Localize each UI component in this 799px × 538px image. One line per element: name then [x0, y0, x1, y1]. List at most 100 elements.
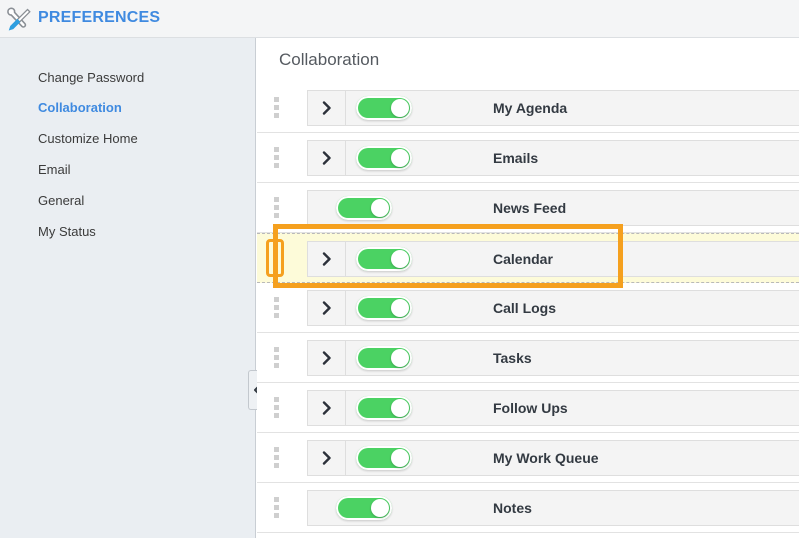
expand-row-button[interactable]	[308, 91, 346, 125]
toggle-switch[interactable]	[356, 247, 412, 271]
drag-handle-dot	[274, 213, 279, 218]
sidebar-item-customize-home[interactable]: Customize Home	[38, 131, 138, 146]
toggle-knob	[391, 149, 409, 167]
row-control-box: Call Logs	[307, 290, 799, 326]
chevron-right-icon	[322, 252, 332, 266]
drag-handle-dot	[274, 405, 279, 410]
row-control-box: Tasks	[307, 340, 799, 376]
drag-handle-dot	[274, 447, 279, 452]
toggle-knob	[371, 199, 389, 217]
drag-handle-dot	[274, 97, 279, 102]
toggle-knob	[391, 299, 409, 317]
sidebar-item-my-status[interactable]: My Status	[38, 224, 96, 239]
table-row[interactable]: My Agenda	[257, 83, 799, 133]
drag-handle-icon[interactable]	[266, 239, 284, 277]
drag-handle-dot	[274, 513, 279, 518]
toggle-knob	[391, 250, 409, 268]
chevron-right-icon	[322, 351, 332, 365]
row-label: My Agenda	[493, 100, 568, 116]
drag-handle-dot	[274, 313, 279, 318]
table-row[interactable]: Notes	[257, 483, 799, 533]
drag-handle-dot	[274, 147, 279, 152]
row-label: Call Logs	[493, 300, 557, 316]
sidebar-item-label: General	[38, 193, 85, 208]
sidebar-item-change-password[interactable]: Change Password	[38, 70, 144, 85]
drag-handle-dot	[274, 363, 279, 368]
expand-row-button[interactable]	[308, 242, 346, 276]
toggle-knob	[391, 449, 409, 467]
sidebar-item-email[interactable]: Email	[38, 162, 71, 177]
drag-handle-icon[interactable]	[272, 345, 281, 371]
app-header: PREFERENCES	[0, 0, 799, 38]
toggle-switch[interactable]	[356, 346, 412, 370]
toggle-switch[interactable]	[356, 96, 412, 120]
table-row[interactable]: Calendar	[257, 233, 799, 283]
toggle-knob	[391, 99, 409, 117]
expand-row-button[interactable]	[308, 341, 346, 375]
section-title: Collaboration	[279, 50, 380, 69]
sidebar: Change Password Collaboration Customize …	[0, 38, 256, 538]
row-control-box: Notes	[307, 490, 799, 526]
table-row[interactable]: Emails	[257, 133, 799, 183]
drag-handle-dot	[274, 455, 279, 460]
row-label: Follow Ups	[493, 400, 568, 416]
drag-handle-dot	[274, 205, 279, 210]
toggle-switch[interactable]	[356, 446, 412, 470]
drag-handle-dot	[274, 347, 279, 352]
sidebar-item-label: Customize Home	[38, 131, 138, 146]
toggle-switch[interactable]	[356, 146, 412, 170]
row-label: Emails	[493, 150, 539, 166]
drag-handle-icon[interactable]	[272, 95, 281, 121]
row-label: News Feed	[493, 200, 567, 216]
sidebar-item-label: Collaboration	[38, 100, 122, 115]
drag-handle-icon[interactable]	[272, 195, 281, 221]
row-label: Tasks	[493, 350, 532, 366]
table-row[interactable]: My Work Queue	[257, 433, 799, 483]
chevron-right-icon	[322, 101, 332, 115]
row-control-box: Emails	[307, 140, 799, 176]
drag-handle-icon[interactable]	[272, 495, 281, 521]
expand-row-button[interactable]	[308, 441, 346, 475]
drag-handle-dot	[274, 413, 279, 418]
drag-handle-dot	[274, 505, 279, 510]
sidebar-item-label: Change Password	[38, 70, 145, 85]
drag-handle-dot	[272, 263, 278, 269]
sidebar-item-label: Email	[38, 162, 71, 177]
sidebar-item-general[interactable]: General	[38, 193, 84, 208]
sidebar-item-collaboration[interactable]: Collaboration	[38, 100, 122, 115]
drag-handle-dot	[274, 355, 279, 360]
table-row[interactable]: Call Logs	[257, 283, 799, 333]
main-panel: Collaboration My Agenda Emails News Feed Ca…	[257, 38, 799, 538]
row-control-box: Follow Ups	[307, 390, 799, 426]
row-label: Notes	[493, 500, 532, 516]
table-row[interactable]: Follow Ups	[257, 383, 799, 433]
toggle-switch[interactable]	[336, 196, 392, 220]
row-label: Calendar	[493, 251, 553, 267]
drag-handle-icon[interactable]	[272, 445, 281, 471]
drag-handle-dot	[274, 397, 279, 402]
row-control-box: My Work Queue	[307, 440, 799, 476]
table-row[interactable]: News Feed	[257, 183, 799, 233]
expand-row-button[interactable]	[308, 141, 346, 175]
toggle-switch[interactable]	[336, 496, 392, 520]
page-title: PREFERENCES	[38, 9, 161, 26]
drag-handle-icon[interactable]	[272, 295, 281, 321]
drag-handle-dot	[274, 297, 279, 302]
expand-row-button[interactable]	[308, 391, 346, 425]
drag-handle-icon[interactable]	[272, 395, 281, 421]
toggle-switch[interactable]	[356, 396, 412, 420]
preferences-list: My Agenda Emails News Feed Calendar Call Log…	[257, 83, 799, 533]
sidebar-item-label: My Status	[38, 224, 96, 239]
drag-handle-dot	[274, 305, 279, 310]
table-row[interactable]: Tasks	[257, 333, 799, 383]
chevron-right-icon	[322, 451, 332, 465]
expand-row-button[interactable]	[308, 291, 346, 325]
row-label: My Work Queue	[493, 450, 599, 466]
drag-handle-dot	[274, 463, 279, 468]
drag-handle-dot	[274, 497, 279, 502]
drag-handle-dot	[274, 155, 279, 160]
drag-handle-icon[interactable]	[272, 145, 281, 171]
tools-icon	[4, 4, 34, 34]
toggle-switch[interactable]	[356, 296, 412, 320]
drag-handle-dot	[274, 113, 279, 118]
